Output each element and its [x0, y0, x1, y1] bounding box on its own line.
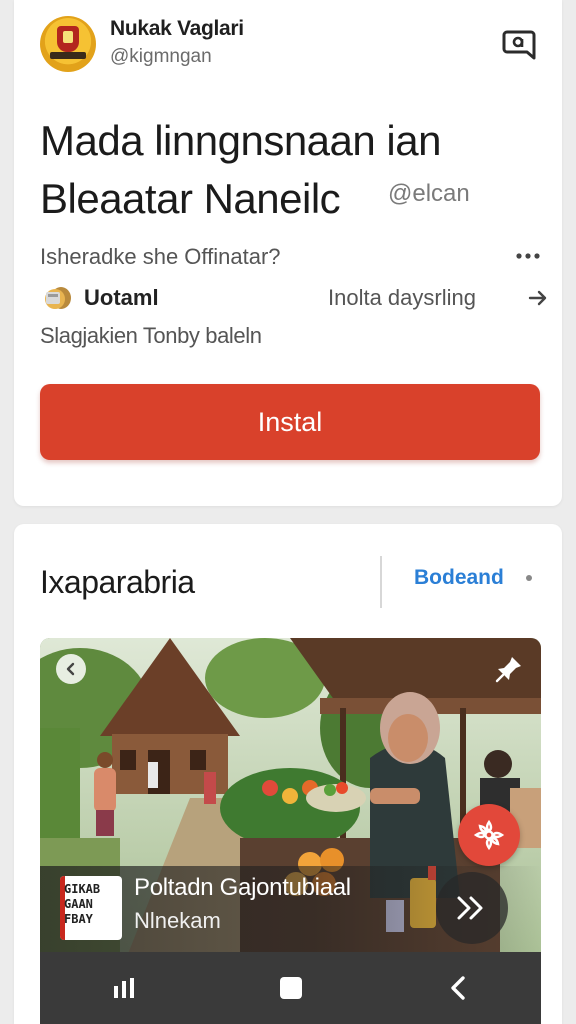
- app-title-line1: Mada linngnsnaan ian: [40, 117, 441, 164]
- app-footnote: Slagjakien Tonby baleln: [40, 323, 262, 348]
- install-button[interactable]: Instal: [40, 384, 540, 460]
- caption-title: Poltadn Gajontubiaal: [134, 874, 351, 901]
- section-title: Ixaparabria: [40, 564, 195, 600]
- crest-logo-icon: [57, 26, 79, 52]
- media-back-icon[interactable]: [56, 654, 86, 684]
- caption-bar[interactable]: GIKAB GAAN FBAY Poltadn Gajontubiaal Nln…: [40, 866, 541, 952]
- skip-forward-icon[interactable]: [436, 872, 508, 944]
- divider: [380, 556, 382, 608]
- app-detail-card: Nukak Vaglari @kigmngan Mada linngnsnaan…: [14, 0, 562, 506]
- account-handle: @kigmngan: [110, 46, 212, 67]
- arrow-right-icon[interactable]: [526, 286, 550, 310]
- preview-media[interactable]: GIKAB GAAN FBAY Poltadn Gajontubiaal Nln…: [40, 638, 541, 1024]
- update-label: Uotaml: [84, 285, 159, 310]
- app-subtitle: Isheradke she Offinatar?: [40, 244, 281, 269]
- avatar-band: [50, 52, 86, 59]
- more-options-icon[interactable]: [514, 246, 544, 266]
- app-title: Mada linngnsnaan ian Bleaatar Naneilc: [40, 112, 540, 228]
- recent-apps-icon[interactable]: [94, 963, 154, 1013]
- channel-logo-text: GIKAB GAAN FBAY: [64, 882, 101, 926]
- home-icon[interactable]: [261, 963, 321, 1013]
- system-nav-bar: [40, 952, 541, 1024]
- section-link[interactable]: Bodeand: [414, 566, 504, 590]
- app-title-tag: @elcan: [388, 180, 470, 207]
- account-avatar[interactable]: [40, 16, 96, 72]
- account-name[interactable]: Nukak Vaglari: [110, 17, 244, 41]
- dot-icon: [526, 575, 532, 581]
- back-icon[interactable]: [428, 963, 488, 1013]
- preview-card: Ixaparabria Bodeand GIKAB GAAN FBAY Polt…: [14, 524, 562, 1024]
- channel-logo: GIKAB GAAN FBAY: [60, 876, 122, 940]
- caption-subtitle: Nlnekam: [134, 908, 221, 933]
- coins-icon: [45, 287, 71, 309]
- flower-icon[interactable]: [458, 804, 520, 866]
- pin-icon[interactable]: [494, 654, 524, 684]
- chat-bubble-icon[interactable]: [501, 28, 537, 62]
- update-info[interactable]: Inolta daysrling: [328, 285, 476, 311]
